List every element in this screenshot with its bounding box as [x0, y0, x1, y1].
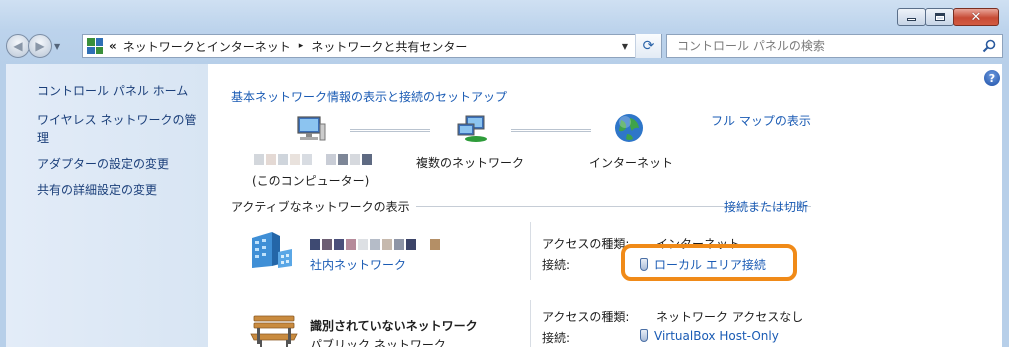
chevron-down-icon: ▼: [621, 41, 629, 51]
computer-caption: (このコンピューター): [252, 174, 370, 188]
internet-label: インターネット: [589, 156, 674, 170]
network-2-access-type-label: アクセスの種類:: [542, 310, 630, 324]
network-1-name-redacted: [310, 239, 440, 250]
close-button[interactable]: ✕: [953, 8, 999, 26]
network-adapter-icon: [640, 329, 648, 342]
back-button[interactable]: ◀: [6, 34, 30, 58]
network-1-type-link[interactable]: 社内ネットワーク: [310, 256, 406, 273]
main-content: ? 基本ネットワーク情報の表示と接続のセットアップ フル マップの表示 (このコ…: [208, 64, 1002, 347]
full-map-link[interactable]: フル マップの表示: [711, 112, 811, 129]
column-divider: [530, 222, 531, 280]
map-connector: [511, 129, 591, 132]
map-node-computer[interactable]: [294, 114, 328, 147]
recent-pages-dropdown[interactable]: ▼: [54, 42, 64, 51]
network-2-access-type-value: ネットワーク アクセスなし: [656, 310, 804, 324]
search-box[interactable]: [666, 34, 1003, 58]
back-arrow-icon: ◀: [13, 39, 23, 53]
network-1-connection-label: 接続:: [542, 258, 571, 272]
map-connector: [350, 129, 430, 132]
map-node-multiple-networks[interactable]: [456, 114, 490, 147]
sidebar: コントロール パネル ホーム ワイヤレス ネットワークの管理 アダプターの設定の…: [6, 64, 208, 347]
network-2-icon-button[interactable]: [248, 310, 300, 347]
page-title: 基本ネットワーク情報の表示と接続のセットアップ: [231, 90, 508, 104]
sidebar-item-manage-wireless[interactable]: ワイヤレス ネットワークの管理: [6, 111, 208, 147]
address-dropdown-button[interactable]: ▼: [617, 35, 633, 57]
caption-buttons: ✕: [897, 8, 999, 26]
multiple-networks-icon: [457, 115, 487, 142]
search-input[interactable]: [667, 35, 967, 57]
multiple-networks-label: 複数のネットワーク: [416, 156, 525, 170]
forward-button[interactable]: ▶: [28, 34, 52, 58]
connect-disconnect-link[interactable]: 接続または切断: [724, 198, 808, 215]
maximize-icon: [934, 13, 945, 21]
window: ✕ ◀ ▶ ▼ « ネットワークとインターネット ▸ ネットワークと共有センター…: [0, 0, 1009, 347]
network-2-name: 識別されていないネットワーク: [310, 319, 478, 333]
column-divider: [530, 300, 531, 347]
minimize-button[interactable]: [897, 8, 926, 26]
search-icon[interactable]: [982, 39, 996, 53]
help-icon[interactable]: ?: [984, 70, 1000, 86]
minimize-icon: [907, 18, 916, 21]
breadcrumb-item-network-sharing-center[interactable]: ネットワークと共有センター: [311, 38, 467, 55]
navigation-bar: ◀ ▶ ▼ « ネットワークとインターネット ▸ ネットワークと共有センター ▼…: [6, 32, 1003, 60]
chevron-down-icon: ▼: [54, 41, 61, 51]
computer-icon: [297, 116, 326, 141]
breadcrumb-separator-icon[interactable]: ▸: [299, 41, 304, 51]
network-2-connection-value: VirtualBox Host-Only: [654, 329, 779, 343]
refresh-icon: ⟳: [642, 38, 655, 54]
network-2-connection-label: 接続:: [542, 331, 571, 345]
sidebar-item-advanced-sharing[interactable]: 共有の詳細設定の変更: [6, 181, 208, 199]
breadcrumb-item-network-and-internet[interactable]: ネットワークとインターネット: [123, 38, 291, 55]
network-2-type-link[interactable]: パブリック ネットワーク: [310, 336, 446, 347]
network-1-access-type-label: アクセスの種類:: [542, 237, 630, 251]
active-networks-title: アクティブなネットワークの表示: [231, 198, 416, 215]
network-1-icon-button[interactable]: [250, 230, 294, 273]
work-network-icon: [252, 232, 292, 268]
close-icon: ✕: [970, 9, 982, 25]
annotation-highlight-box: [621, 244, 797, 281]
forward-arrow-icon: ▶: [35, 39, 45, 53]
computer-name-redacted: [254, 154, 372, 165]
globe-icon: [615, 114, 643, 142]
network-2-connection-link[interactable]: VirtualBox Host-Only: [640, 329, 779, 343]
sidebar-item-change-adapter[interactable]: アダプターの設定の変更: [6, 155, 208, 173]
address-bar[interactable]: « ネットワークとインターネット ▸ ネットワークと共有センター ▼ ⟳: [82, 34, 662, 58]
control-panel-icon: [87, 38, 103, 54]
public-network-bench-icon: [250, 315, 298, 347]
breadcrumb-overflow[interactable]: «: [109, 39, 117, 53]
refresh-button[interactable]: ⟳: [635, 34, 661, 58]
maximize-button[interactable]: [925, 8, 954, 26]
sidebar-item-control-panel-home[interactable]: コントロール パネル ホーム: [6, 82, 208, 100]
map-node-internet[interactable]: [613, 112, 645, 147]
